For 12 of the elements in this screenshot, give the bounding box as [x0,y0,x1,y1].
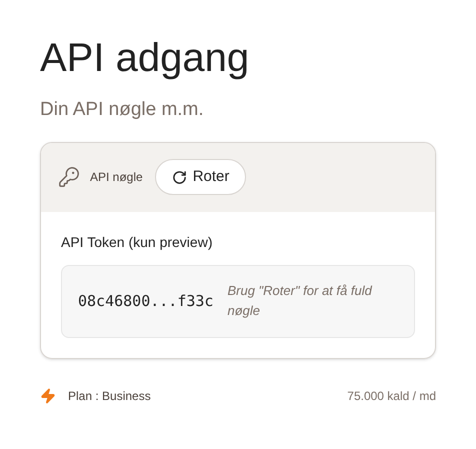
token-hint: Brug "Roter" for at få fuld nøgle [227,282,374,320]
page-subtitle: Din API nøgle m.m. [40,98,205,122]
plan-label: Plan : Business [68,388,151,404]
key-label: API nøgle [90,169,143,186]
refresh-icon [172,170,187,184]
quota-text: 75.000 kald / md [347,388,436,404]
rotate-button[interactable]: Roter [154,159,246,195]
lightning-icon [40,386,56,404]
token-label: API Token (kun preview) [61,232,214,252]
page-title: API adgang [40,35,250,82]
token-value: 08c46800...f33c [78,290,214,312]
key-icon [58,166,80,188]
